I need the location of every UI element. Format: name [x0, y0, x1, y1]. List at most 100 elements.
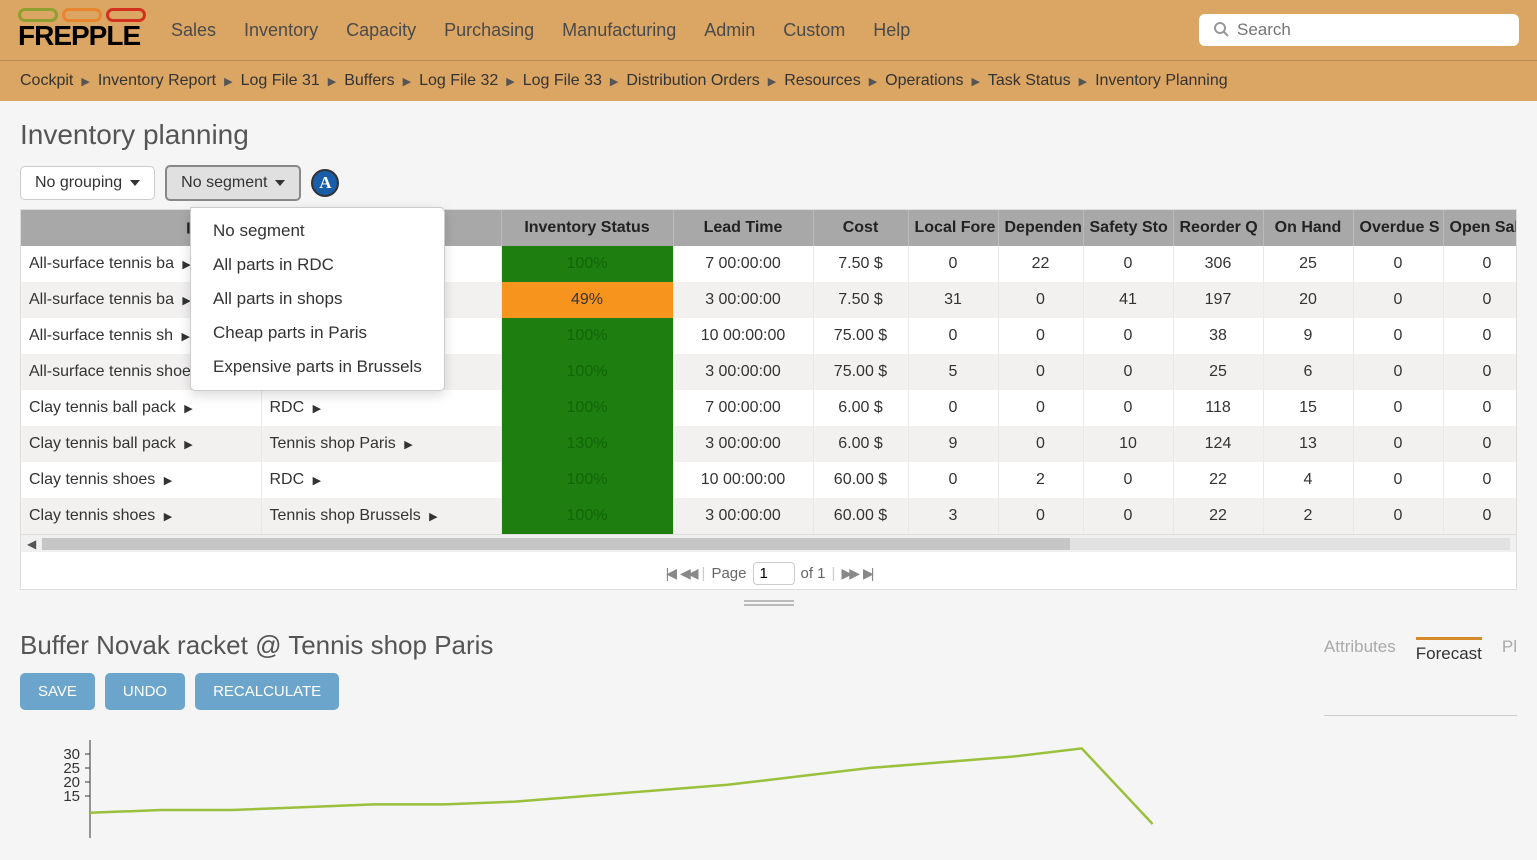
cell-location[interactable]: RDC ▶ [261, 390, 501, 426]
dropdown-item[interactable]: Cheap parts in Paris [191, 316, 444, 350]
cell-status: 100% [501, 498, 673, 534]
cell-safetystock: 0 [1083, 246, 1173, 282]
cell-safetystock: 41 [1083, 282, 1173, 318]
column-header[interactable]: Lead Time [673, 210, 813, 246]
table-row[interactable]: Clay tennis shoes ▶RDC ▶100%10 00:00:006… [21, 462, 1517, 498]
cell-overdue: 0 [1353, 462, 1443, 498]
chevron-right-icon: ▶ [328, 75, 336, 88]
caret-right-icon: ▶ [164, 475, 172, 487]
cell-localforecast: 31 [908, 282, 998, 318]
dropdown-item[interactable]: All parts in shops [191, 282, 444, 316]
column-header[interactable]: Local Fore [908, 210, 998, 246]
cell-reorderqty: 197 [1173, 282, 1263, 318]
breadcrumb-item[interactable]: Operations [885, 72, 963, 90]
segment-dropdown[interactable]: No segment [165, 165, 301, 201]
search-box[interactable] [1199, 14, 1519, 46]
breadcrumb-item[interactable]: Task Status [988, 72, 1071, 90]
a-badge-button[interactable]: A [311, 169, 339, 197]
cell-location[interactable]: Tennis shop Paris ▶ [261, 426, 501, 462]
column-header[interactable]: Safety Sto [1083, 210, 1173, 246]
pager-first-icon[interactable]: |◀ [666, 565, 674, 582]
cell-item[interactable]: Clay tennis ball pack ▶ [21, 426, 261, 462]
breadcrumb-item[interactable]: Resources [784, 72, 860, 90]
pager: |◀ ◀◀ | Page of 1 | ▶▶ ▶| [21, 552, 1516, 589]
pager-next-icon[interactable]: ▶▶ [841, 565, 857, 582]
caret-right-icon: ▶ [184, 403, 192, 415]
cell-onhand: 2 [1263, 498, 1353, 534]
column-header[interactable]: Reorder Q [1173, 210, 1263, 246]
cell-localforecast: 3 [908, 498, 998, 534]
tab-pl[interactable]: Pl [1502, 637, 1517, 709]
caret-right-icon: ▶ [429, 511, 437, 523]
cell-overdue: 0 [1353, 318, 1443, 354]
pager-page-input[interactable] [753, 562, 795, 585]
cell-lead: 10 00:00:00 [673, 318, 813, 354]
cell-lead: 7 00:00:00 [673, 246, 813, 282]
table-row[interactable]: Clay tennis ball pack ▶Tennis shop Paris… [21, 426, 1517, 462]
recalculate-button[interactable]: RECALCULATE [195, 673, 339, 710]
column-header[interactable]: Overdue S [1353, 210, 1443, 246]
breadcrumb-item[interactable]: Log File 33 [523, 72, 602, 90]
nav-manufacturing[interactable]: Manufacturing [562, 20, 676, 41]
cell-item[interactable]: Clay tennis shoes ▶ [21, 462, 261, 498]
cell-dependent: 0 [998, 354, 1083, 390]
cell-dependent: 0 [998, 282, 1083, 318]
caret-right-icon: ▶ [404, 439, 412, 451]
cell-reorderqty: 124 [1173, 426, 1263, 462]
breadcrumb-item[interactable]: Log File 31 [241, 72, 320, 90]
breadcrumb-item[interactable]: Inventory Report [98, 72, 216, 90]
scroll-left-icon[interactable]: ◀ [27, 537, 36, 551]
nav-capacity[interactable]: Capacity [346, 20, 416, 41]
logo[interactable]: FREPPLE [18, 8, 146, 52]
dropdown-item[interactable]: Expensive parts in Brussels [191, 350, 444, 384]
tab-forecast[interactable]: Forecast [1416, 637, 1482, 709]
breadcrumb-item[interactable]: Cockpit [20, 72, 73, 90]
main-header: FREPPLE Sales Inventory Capacity Purchasing… [0, 0, 1537, 60]
column-header[interactable]: Cost [813, 210, 908, 246]
pager-last-icon[interactable]: ▶| [863, 565, 871, 582]
tab-attributes[interactable]: Attributes [1324, 637, 1396, 709]
undo-button[interactable]: UNDO [105, 673, 185, 710]
grouping-dropdown[interactable]: No grouping [20, 166, 155, 200]
chevron-right-icon: ▶ [869, 75, 877, 88]
nav-sales[interactable]: Sales [171, 20, 216, 41]
cell-status: 49% [501, 282, 673, 318]
save-button[interactable]: SAVE [20, 673, 95, 710]
table-row[interactable]: Clay tennis shoes ▶Tennis shop Brussels … [21, 498, 1517, 534]
search-icon [1213, 21, 1229, 40]
nav-purchasing[interactable]: Purchasing [444, 20, 534, 41]
nav-inventory[interactable]: Inventory [244, 20, 318, 41]
dropdown-item[interactable]: All parts in RDC [191, 248, 444, 282]
breadcrumb-item[interactable]: Buffers [344, 72, 394, 90]
column-header[interactable]: Dependen [998, 210, 1083, 246]
nav-admin[interactable]: Admin [704, 20, 755, 41]
dropdown-item[interactable]: No segment [191, 214, 444, 248]
cell-location[interactable]: RDC ▶ [261, 462, 501, 498]
caret-down-icon [275, 180, 285, 186]
breadcrumb-item[interactable]: Log File 32 [419, 72, 498, 90]
cell-location[interactable]: Tennis shop Brussels ▶ [261, 498, 501, 534]
cell-onhand: 20 [1263, 282, 1353, 318]
breadcrumb-item[interactable]: Distribution Orders [626, 72, 759, 90]
logo-text: FREPPLE [18, 20, 146, 52]
cell-lead: 3 00:00:00 [673, 282, 813, 318]
search-input[interactable] [1237, 20, 1505, 40]
table-row[interactable]: Clay tennis ball pack ▶RDC ▶100%7 00:00:… [21, 390, 1517, 426]
pager-prev-icon[interactable]: ◀◀ [680, 565, 696, 582]
column-header[interactable]: Open Sale [1443, 210, 1517, 246]
nav-custom[interactable]: Custom [783, 20, 845, 41]
chevron-right-icon: ▶ [1079, 75, 1087, 88]
column-header[interactable]: On Hand [1263, 210, 1353, 246]
cell-cost: 7.50 $ [813, 282, 908, 318]
horizontal-scrollbar[interactable]: ◀ [21, 534, 1516, 552]
nav-help[interactable]: Help [873, 20, 910, 41]
breadcrumb-item[interactable]: Inventory Planning [1095, 72, 1228, 90]
cell-reorderqty: 22 [1173, 462, 1263, 498]
resize-handle[interactable] [20, 596, 1517, 610]
caret-right-icon: ▶ [184, 439, 192, 451]
cell-item[interactable]: Clay tennis shoes ▶ [21, 498, 261, 534]
cell-lead: 7 00:00:00 [673, 390, 813, 426]
column-header[interactable]: Inventory Status [501, 210, 673, 246]
cell-overdue: 0 [1353, 390, 1443, 426]
cell-item[interactable]: Clay tennis ball pack ▶ [21, 390, 261, 426]
